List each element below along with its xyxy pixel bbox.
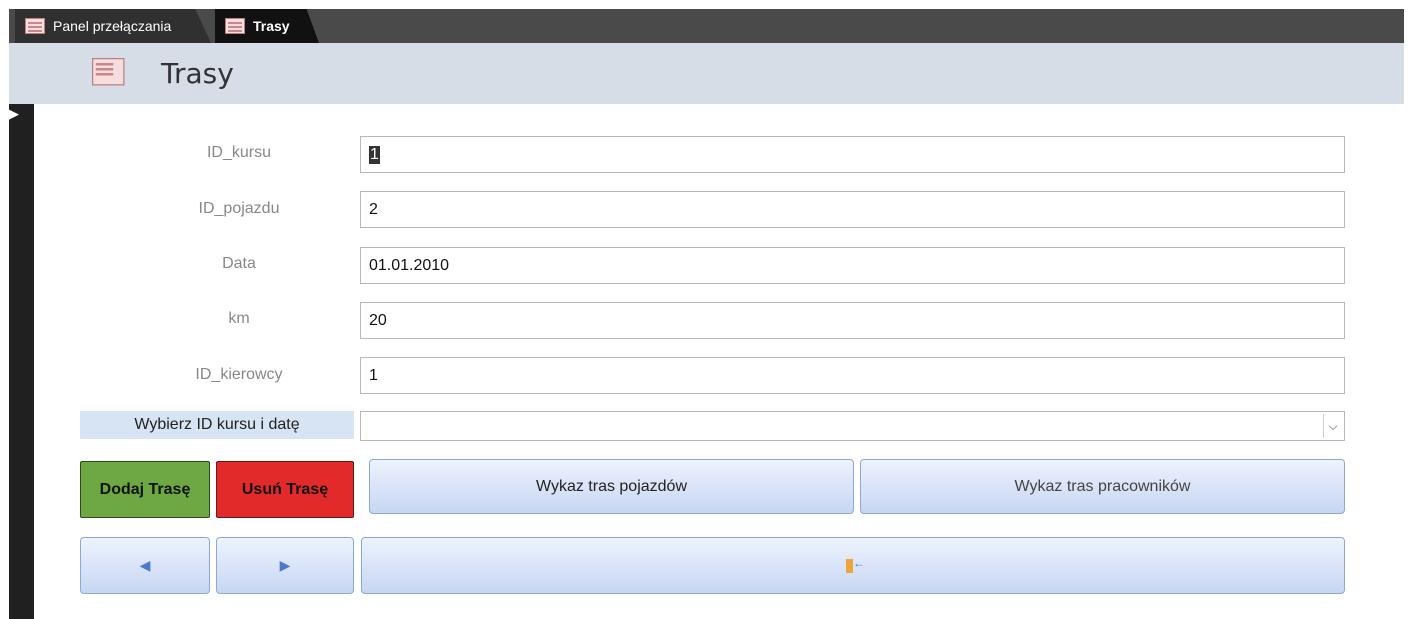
previous-icon: ◀	[139, 557, 151, 573]
id-kierowcy-field[interactable]: 1	[360, 357, 1345, 394]
record-pointer-icon: ▶	[9, 106, 19, 121]
combo-label: Wybierz ID kursu i datę	[80, 411, 354, 439]
form-icon	[25, 18, 45, 34]
form-header: Trasy	[9, 43, 1404, 104]
id-kursu-value: 1	[369, 145, 380, 164]
previous-record-button[interactable]: ◀	[80, 537, 210, 594]
exit-icon	[846, 556, 865, 573]
tab-trasy[interactable]: Trasy	[215, 9, 319, 43]
km-field[interactable]: 20	[360, 302, 1345, 339]
add-route-button[interactable]: Dodaj Trasę	[80, 461, 210, 518]
form-icon	[92, 58, 135, 96]
label-data: Data	[222, 255, 256, 272]
employee-routes-button[interactable]: Wykaz tras pracowników	[860, 459, 1345, 514]
data-field[interactable]: 01.01.2010	[360, 247, 1345, 284]
next-record-button[interactable]: ▶	[216, 537, 354, 594]
record-selector[interactable]: ▶	[9, 104, 34, 619]
tab-label: Trasy	[253, 18, 290, 34]
tab-label: Panel przełączania	[53, 18, 172, 34]
label-id-kierowcy: ID_kierowcy	[195, 366, 283, 383]
next-icon: ▶	[279, 557, 291, 573]
page-title: Trasy	[161, 57, 234, 90]
chevron-down-icon[interactable]: ⌵	[1323, 414, 1342, 438]
close-form-button[interactable]	[361, 537, 1345, 594]
route-select-combo[interactable]: ⌵	[360, 411, 1345, 441]
tab-panel-przelaczania[interactable]: Panel przełączania	[15, 9, 211, 43]
document-tab-bar: Panel przełączania Trasy	[9, 9, 1404, 43]
id-pojazdu-field[interactable]: 2	[360, 191, 1345, 228]
form-body: ID_kursu 1 ID_pojazdu 2 Data 01.01.2010 …	[34, 104, 1404, 619]
delete-route-button[interactable]: Usuń Trasę	[216, 461, 354, 518]
label-km: km	[228, 310, 250, 327]
vehicle-routes-button[interactable]: Wykaz tras pojazdów	[369, 459, 854, 514]
label-id-pojazdu: ID_pojazdu	[198, 200, 280, 217]
label-id-kursu: ID_kursu	[206, 144, 272, 161]
id-kursu-field[interactable]: 1	[360, 136, 1345, 173]
form-icon	[225, 18, 245, 34]
